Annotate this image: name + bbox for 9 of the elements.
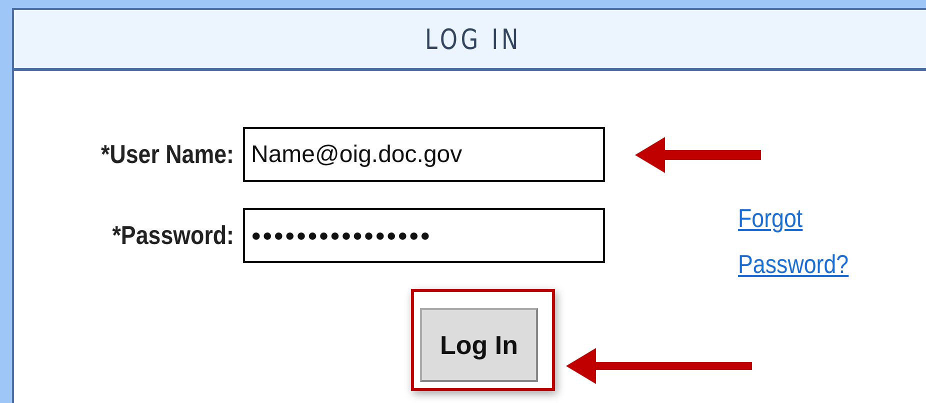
username-field[interactable]: Name@oig.doc.gov bbox=[243, 127, 605, 182]
login-button[interactable]: Log In bbox=[420, 308, 538, 382]
field-label: *User Name: bbox=[100, 139, 234, 170]
arrow-icon bbox=[566, 346, 752, 386]
password-field[interactable]: ●●●●●●●●●●●●●●●● bbox=[243, 208, 605, 263]
field-label: *Password: bbox=[111, 220, 234, 251]
forgot-password-link[interactable]: Forgot Password? bbox=[738, 195, 849, 287]
arrow-icon bbox=[635, 135, 761, 175]
panel-title: LOG IN bbox=[424, 22, 522, 56]
